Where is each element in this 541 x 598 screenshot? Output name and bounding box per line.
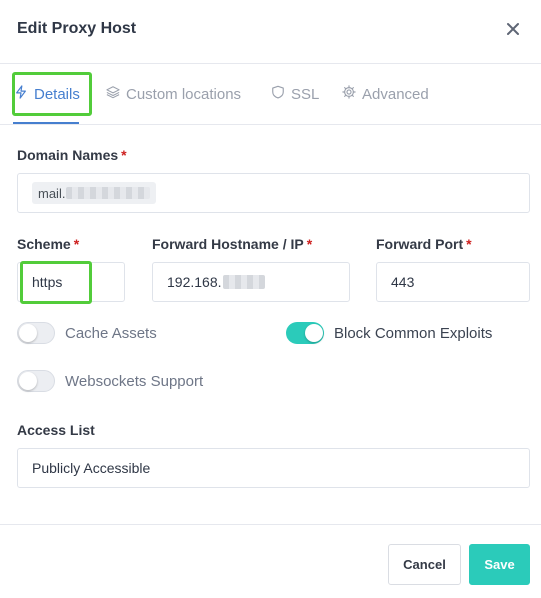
bolt-icon	[14, 85, 28, 103]
domain-names-label: Domain Names *	[17, 147, 127, 163]
scheme-input[interactable]: https	[17, 262, 125, 302]
active-tab-indicator	[13, 122, 79, 124]
layers-icon	[106, 85, 120, 103]
redacted-ip	[222, 275, 265, 289]
cache-assets-toggle[interactable]: Cache Assets	[17, 322, 157, 344]
dialog-header: Edit Proxy Host	[0, 0, 541, 64]
block-exploits-switch[interactable]	[286, 322, 324, 344]
tab-custom-locations-label: Custom locations	[126, 85, 242, 103]
forward-port-label: Forward Port *	[376, 236, 472, 252]
tab-ssl-label: SSL	[291, 85, 320, 103]
websockets-label: Websockets Support	[65, 372, 204, 390]
cancel-button[interactable]: Cancel	[388, 544, 461, 585]
websockets-toggle[interactable]: Websockets Support	[17, 370, 203, 392]
tab-advanced-label: Advanced	[362, 85, 429, 103]
block-exploits-toggle[interactable]: Block Common Exploits	[286, 322, 492, 344]
cache-assets-switch[interactable]	[17, 322, 55, 344]
close-icon[interactable]	[503, 19, 523, 39]
tab-bar: Details Custom locations SSL Advanced	[0, 63, 541, 125]
domain-names-input[interactable]: mail.	[17, 173, 530, 213]
scheme-label: Scheme *	[17, 236, 80, 252]
tab-details-label: Details	[34, 85, 80, 103]
forward-hostname-input[interactable]: 192.168.	[152, 262, 350, 302]
dialog-footer: Cancel Save	[0, 524, 541, 598]
shield-icon	[271, 85, 285, 103]
tab-custom-locations[interactable]: Custom locations	[106, 85, 241, 103]
domain-chip[interactable]: mail.	[32, 182, 157, 204]
access-list-label: Access List	[17, 422, 95, 438]
forward-port-input[interactable]: 443	[376, 262, 530, 302]
redacted-domain	[66, 187, 151, 199]
cache-assets-label: Cache Assets	[65, 324, 157, 342]
websockets-switch[interactable]	[17, 370, 55, 392]
tab-details[interactable]: Details	[14, 85, 80, 103]
gear-icon	[342, 85, 356, 103]
access-list-select[interactable]: Publicly Accessible	[17, 448, 530, 488]
dialog-title: Edit Proxy Host	[17, 20, 137, 37]
block-exploits-label: Block Common Exploits	[334, 324, 493, 342]
save-button[interactable]: Save	[469, 544, 530, 585]
tab-ssl[interactable]: SSL	[271, 85, 319, 103]
tab-advanced[interactable]: Advanced	[342, 85, 429, 103]
forward-hostname-label: Forward Hostname / IP *	[152, 236, 313, 252]
